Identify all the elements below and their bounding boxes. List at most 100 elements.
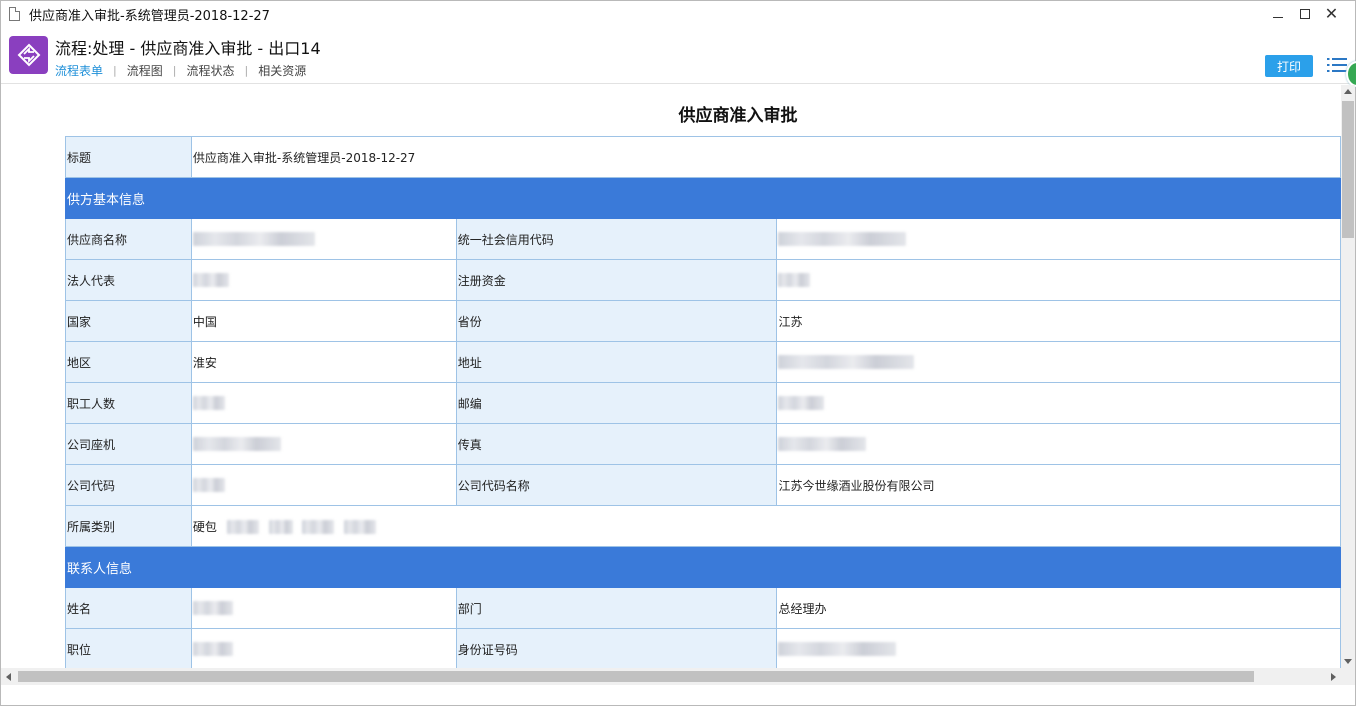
table-row: 公司座机 传真 [65, 423, 1341, 465]
province-value: 江苏 [776, 300, 1341, 342]
app-header: 流程:处理 - 供应商准入审批 - 出口14 流程表单 | 流程图 | 流程状态… [1, 27, 1355, 84]
legal-rep-value [190, 259, 457, 301]
window-bottom [1, 685, 1355, 705]
form-title: 供应商准入审批 [678, 106, 798, 126]
country-value: 中国 [190, 300, 457, 342]
minimize-button[interactable] [1264, 3, 1291, 25]
table-row: 供应商名称 统一社会信用代码 [65, 218, 1341, 260]
contact-name-value [190, 587, 457, 629]
workflow-logo-icon [9, 36, 48, 74]
document-icon [9, 7, 20, 21]
redacted-text [192, 273, 229, 288]
vertical-scroll-thumb[interactable] [1342, 101, 1354, 238]
field-label: 供应商名称 [65, 218, 192, 260]
redacted-text [778, 642, 897, 657]
table-row: 姓名 部门 总经理办 [65, 587, 1341, 629]
scroll-left-icon[interactable] [6, 673, 11, 681]
position-value [190, 628, 457, 668]
horizontal-scroll-thumb[interactable] [18, 671, 1254, 682]
company-code-name-value: 江苏今世缘酒业股份有限公司 [776, 464, 1341, 506]
tab-process-status[interactable]: 流程状态 [186, 62, 234, 79]
table-row: 法人代表 注册资金 [65, 259, 1341, 301]
table-row: 国家 中国 省份 江苏 [65, 300, 1341, 342]
title-bar: 供应商准入审批-系统管理员-2018-12-27 ✕ [1, 1, 1355, 27]
field-label: 国家 [65, 300, 192, 342]
scroll-right-icon[interactable] [1331, 673, 1336, 681]
subject-value: 供应商准入审批-系统管理员-2018-12-27 [190, 136, 1341, 178]
close-button[interactable]: ✕ [1318, 3, 1345, 25]
page-title: 流程:处理 - 供应商准入审批 - 出口14 [55, 39, 321, 58]
supplier-name-value [190, 218, 457, 260]
redacted-text [192, 437, 281, 452]
redacted-text [778, 396, 825, 411]
tab-process-form[interactable]: 流程表单 [55, 62, 103, 79]
redacted-text [778, 355, 915, 370]
scroll-up-icon[interactable] [1344, 89, 1352, 94]
redacted-text [192, 478, 225, 493]
phone-value [190, 423, 457, 465]
company-code-value [190, 464, 457, 506]
table-row: 所属类别 硬包 [65, 505, 1341, 547]
redacted-text [778, 273, 811, 288]
tab-related-resources[interactable]: 相关资源 [258, 62, 306, 79]
field-label: 职工人数 [65, 382, 192, 424]
vertical-scrollbar[interactable] [1341, 85, 1355, 668]
table-row: 职位 身份证号码 [65, 628, 1341, 668]
field-label: 所属类别 [65, 505, 192, 547]
region-value: 淮安 [190, 341, 457, 383]
field-label: 传真 [455, 423, 778, 465]
header-tabs: 流程表单 | 流程图 | 流程状态 | 相关资源 [55, 62, 306, 79]
table-row: 公司代码 公司代码名称 江苏今世缘酒业股份有限公司 [65, 464, 1341, 506]
redacted-text [226, 520, 259, 534]
dept-value: 总经理办 [776, 587, 1341, 629]
redacted-text [778, 437, 867, 452]
redacted-text [302, 520, 335, 534]
redacted-text [344, 520, 377, 534]
redacted-text [192, 396, 225, 411]
field-label: 身份证号码 [455, 628, 778, 668]
list-menu-icon[interactable] [1327, 57, 1347, 73]
app-window: 供应商准入审批-系统管理员-2018-12-27 ✕ 流程:处理 - 供应商准入… [0, 0, 1356, 706]
field-label: 法人代表 [65, 259, 192, 301]
id-number-value [776, 628, 1341, 668]
field-label: 邮编 [455, 382, 778, 424]
section-title: 供方基本信息 [65, 177, 1341, 219]
section-header-supplier: 供方基本信息 [65, 177, 1341, 219]
credit-code-value [776, 218, 1341, 260]
close-icon: ✕ [1324, 4, 1339, 23]
redacted-text [192, 601, 233, 616]
tab-divider: | [172, 64, 177, 77]
redacted-text [778, 232, 907, 247]
window-title: 供应商准入审批-系统管理员-2018-12-27 [29, 8, 270, 24]
maximize-button[interactable] [1291, 3, 1318, 25]
subject-label: 标题 [65, 136, 192, 178]
address-value [776, 341, 1341, 383]
form-content: 供应商准入审批 标题 供应商准入审批-系统管理员-2018-12-27 供方基本… [1, 85, 1341, 668]
minimize-icon [1272, 16, 1283, 18]
window-controls: ✕ [1264, 3, 1345, 25]
table-row: 标题 供应商准入审批-系统管理员-2018-12-27 [65, 136, 1341, 178]
table-row: 职工人数 邮编 [65, 382, 1341, 424]
section-title: 联系人信息 [65, 546, 1341, 588]
category-text: 硬包 [192, 519, 217, 534]
print-button[interactable]: 打印 [1265, 55, 1313, 77]
category-value: 硬包 [190, 505, 1341, 547]
field-label: 注册资金 [455, 259, 778, 301]
field-label: 省份 [455, 300, 778, 342]
horizontal-scrollbar[interactable] [1, 668, 1341, 685]
field-label: 职位 [65, 628, 192, 668]
field-label: 公司代码名称 [455, 464, 778, 506]
tab-process-chart[interactable]: 流程图 [127, 62, 163, 79]
redacted-text [268, 520, 293, 534]
section-header-contact: 联系人信息 [65, 546, 1341, 588]
field-label: 公司座机 [65, 423, 192, 465]
table-row: 地区 淮安 地址 [65, 341, 1341, 383]
field-label: 公司代码 [65, 464, 192, 506]
fax-value [776, 423, 1341, 465]
field-label: 部门 [455, 587, 778, 629]
maximize-icon [1299, 9, 1310, 19]
scroll-down-icon[interactable] [1344, 659, 1352, 664]
field-label: 统一社会信用代码 [455, 218, 778, 260]
field-label: 姓名 [65, 587, 192, 629]
redacted-text [192, 232, 315, 247]
